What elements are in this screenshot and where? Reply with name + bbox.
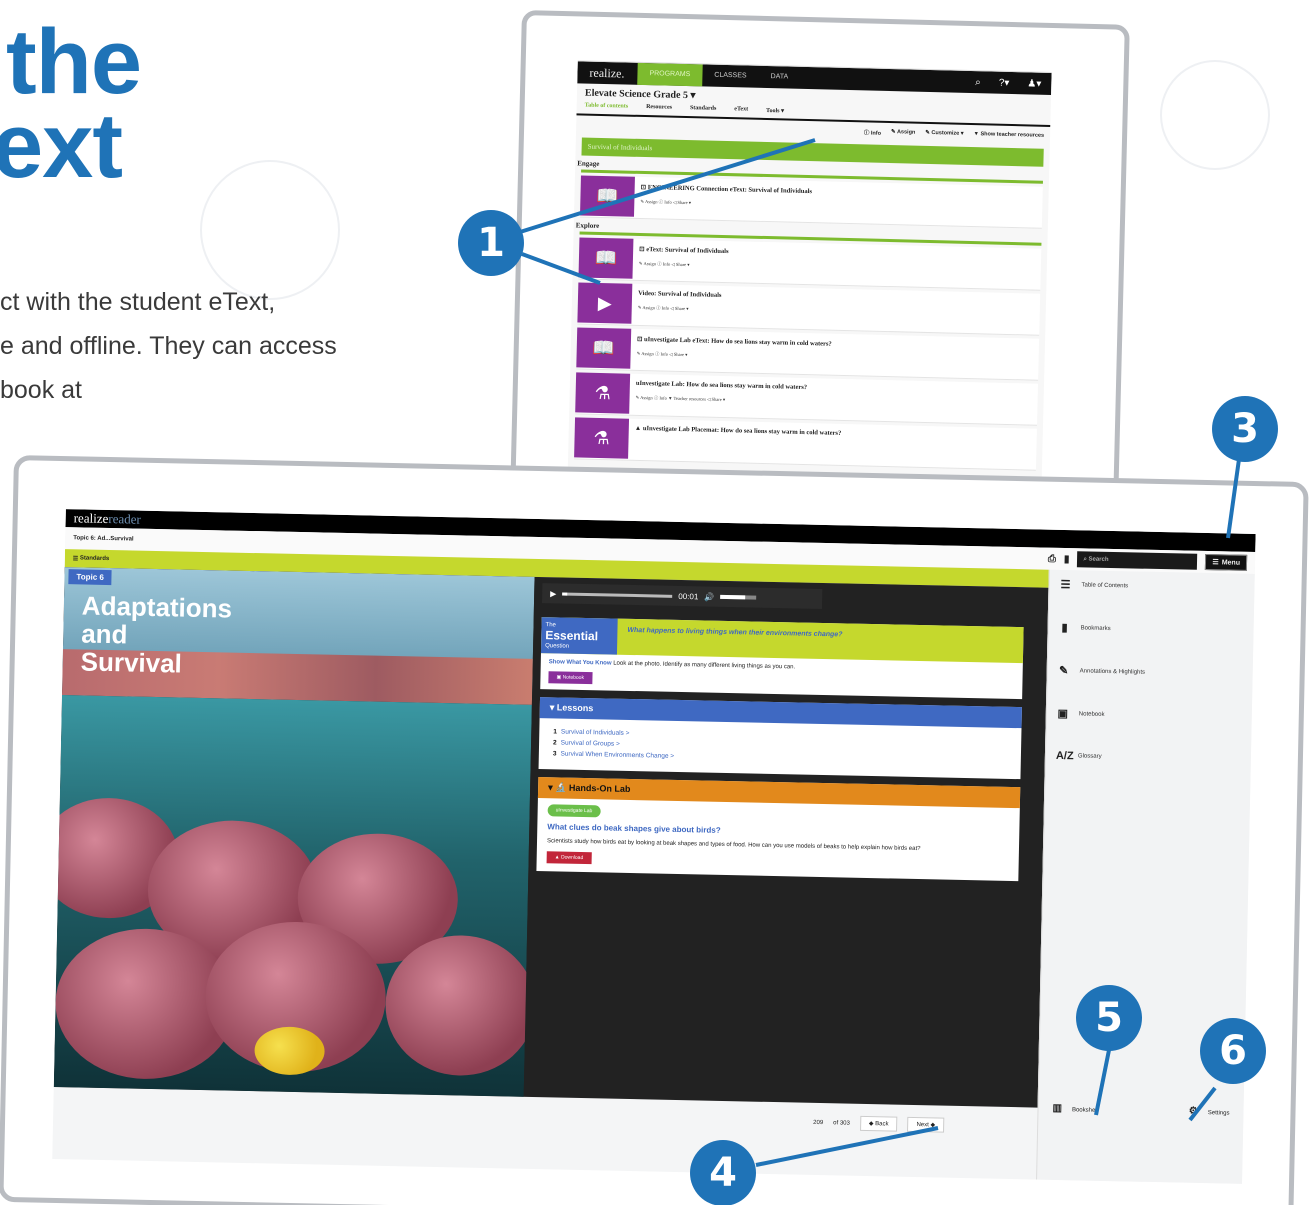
- callout-3: 3: [1212, 396, 1278, 462]
- screenshot-stage: the ext ct with the student eText, e and…: [0, 0, 1309, 1205]
- callout-6: 6: [1200, 1018, 1266, 1084]
- callout-5: 5: [1076, 985, 1142, 1051]
- callout-line: [521, 252, 601, 285]
- callout-line: [1226, 451, 1242, 539]
- callout-line: [1094, 1044, 1112, 1116]
- callout-4: 4: [690, 1140, 756, 1205]
- callout-1: 1: [458, 210, 524, 276]
- callout-line: [519, 138, 816, 234]
- callout-line: [755, 1126, 939, 1167]
- callout-line: [1188, 1086, 1217, 1122]
